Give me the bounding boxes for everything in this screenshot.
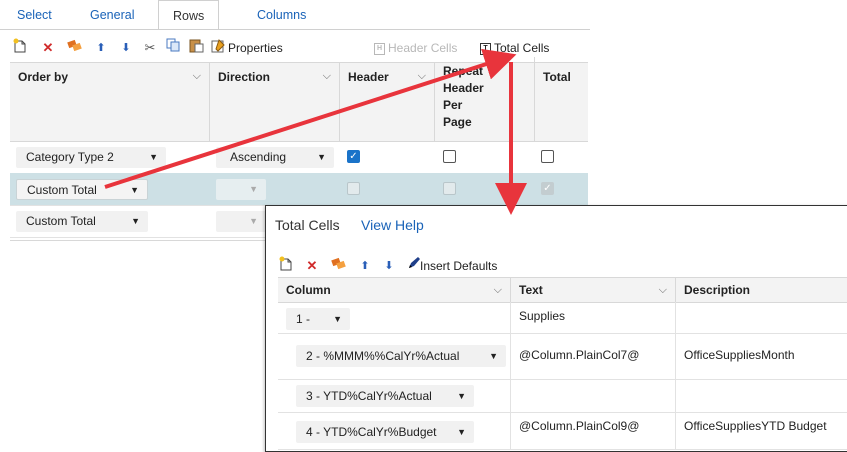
clear-icon[interactable] (66, 38, 84, 58)
repeat-header-checkbox[interactable] (443, 150, 456, 163)
dialog-toolbar: ✕ ⬆ ⬇ Insert Defaults (278, 256, 678, 276)
order-by-dropdown[interactable]: Category Type 2 ▼ (16, 147, 166, 168)
chevron-down-icon[interactable]: ⌵ (659, 278, 667, 302)
table-row[interactable]: Category Type 2 ▼ Ascending ▼ ✓ (10, 141, 588, 174)
col-header-column[interactable]: Column ⌵ (278, 278, 511, 302)
order-by-dropdown[interactable]: Custom Total ▼ (16, 179, 148, 200)
caret-down-icon: ▼ (130, 185, 139, 195)
text-cell[interactable]: Supplies (511, 302, 676, 333)
caret-down-icon: ▼ (249, 184, 258, 194)
properties-button[interactable]: Properties (228, 38, 283, 58)
view-help-link[interactable]: View Help (361, 217, 424, 233)
tab-rows[interactable]: Rows (158, 0, 220, 30)
repeat-header-checkbox[interactable] (443, 182, 456, 195)
description-cell[interactable] (676, 302, 847, 333)
column-dropdown[interactable]: 4 - YTD%CalYr%Budget ▼ (296, 421, 474, 443)
chevron-down-icon[interactable]: ⌵ (193, 68, 201, 85)
description-cell[interactable] (676, 380, 847, 412)
dialog-title: Total Cells (275, 217, 340, 233)
order-by-dropdown[interactable]: Custom Total ▼ (16, 211, 148, 232)
caret-down-icon: ▼ (457, 427, 466, 437)
direction-dropdown[interactable]: Ascending ▼ (216, 147, 334, 168)
text-cell[interactable] (511, 380, 676, 412)
caret-down-icon: ▼ (457, 391, 466, 401)
copy-icon[interactable] (165, 38, 181, 58)
delete-icon[interactable]: ✕ (304, 256, 320, 276)
total-cells-dialog: Total Cells View Help ✕ ⬆ ⬇ Insert Defau… (265, 205, 847, 452)
grid-header: Order by ⌵ Direction ⌵ Header ⌵ Repeat Head… (10, 57, 588, 142)
column-dropdown[interactable]: 1 - ▼ (286, 308, 350, 330)
move-up-icon[interactable]: ⬆ (94, 38, 108, 58)
cut-icon[interactable]: ✂ (143, 38, 157, 58)
total-cells-button[interactable]: T Total Cells (480, 38, 549, 58)
move-down-icon[interactable]: ⬇ (382, 256, 396, 276)
chevron-down-icon[interactable]: ⌵ (494, 278, 502, 302)
caret-down-icon: ▼ (249, 216, 258, 226)
text-cell[interactable]: @Column.PlainCol7@ (511, 334, 676, 379)
col-header-text[interactable]: Text ⌵ (511, 278, 676, 302)
tab-select[interactable]: Select (17, 8, 52, 22)
new-icon[interactable] (278, 256, 294, 276)
table-row[interactable]: 2 - %MMM%%CalYr%Actual ▼ @Column.PlainCol… (278, 334, 847, 380)
col-header-description[interactable]: Description (676, 278, 847, 302)
rows-toolbar: ✕ ⬆ ⬇ ✂ Properties H Header Cells T Total … (10, 38, 580, 58)
properties-icon[interactable] (210, 38, 226, 58)
tab-divider (0, 29, 590, 30)
caret-down-icon: ▼ (333, 314, 342, 324)
move-up-icon[interactable]: ⬆ (358, 256, 372, 276)
tab-bar: Select General Rows Columns (0, 0, 600, 30)
column-cell: 3 - YTD%CalYr%Actual ▼ (278, 380, 511, 412)
delete-icon[interactable]: ✕ (40, 38, 56, 58)
direction-dropdown[interactable]: ▼ (216, 179, 266, 200)
column-dropdown[interactable]: 3 - YTD%CalYr%Actual ▼ (296, 385, 474, 407)
total-cells-icon: T (480, 42, 491, 55)
column-cell: 2 - %MMM%%CalYr%Actual ▼ (278, 334, 511, 379)
col-header-order-by[interactable]: Order by ⌵ (10, 63, 210, 141)
col-header-direction[interactable]: Direction ⌵ (210, 63, 340, 141)
caret-down-icon: ▼ (149, 152, 158, 162)
table-row[interactable]: Custom Total ▼ ▼ ✓ (10, 173, 588, 206)
caret-down-icon: ▼ (131, 216, 140, 226)
column-cell: 4 - YTD%CalYr%Budget ▼ (278, 413, 511, 449)
table-row[interactable]: 3 - YTD%CalYr%Actual ▼ (278, 380, 847, 413)
caret-down-icon: ▼ (489, 351, 498, 361)
header-checkbox[interactable] (347, 182, 360, 195)
total-checkbox[interactable] (541, 150, 554, 163)
description-cell[interactable]: OfficeSuppliesMonth (676, 334, 847, 379)
table-row[interactable]: 1 - ▼ Supplies (278, 302, 847, 334)
chevron-down-icon[interactable]: ⌵ (418, 68, 426, 85)
description-cell[interactable]: OfficeSuppliesYTD Budget (676, 413, 847, 449)
tab-columns[interactable]: Columns (257, 8, 306, 22)
text-cell[interactable]: @Column.PlainCol9@ (511, 413, 676, 449)
new-icon[interactable] (12, 38, 28, 58)
chevron-down-icon[interactable]: ⌵ (323, 68, 331, 85)
caret-down-icon: ▼ (317, 152, 326, 162)
col-header-repeat-header[interactable]: Repeat Header Per Page (435, 57, 535, 141)
total-checkbox[interactable]: ✓ (541, 182, 554, 195)
col-header-total[interactable]: Total (535, 63, 588, 141)
insert-defaults-button[interactable]: Insert Defaults (420, 256, 497, 276)
clear-icon[interactable] (330, 256, 348, 276)
table-row[interactable]: 4 - YTD%CalYr%Budget ▼ @Column.PlainCol9@… (278, 413, 847, 450)
header-checkbox[interactable]: ✓ (347, 150, 360, 163)
column-dropdown[interactable]: 2 - %MMM%%CalYr%Actual ▼ (296, 345, 506, 367)
paste-icon[interactable] (188, 38, 204, 58)
col-header-header[interactable]: Header ⌵ (340, 63, 435, 141)
column-cell: 1 - ▼ (278, 302, 511, 333)
direction-dropdown[interactable]: ▼ (216, 211, 266, 232)
header-cells-icon: H (374, 42, 385, 55)
move-down-icon[interactable]: ⬇ (119, 38, 133, 58)
tab-general[interactable]: General (90, 8, 134, 22)
header-cells-button[interactable]: H Header Cells (374, 38, 457, 58)
grid-header: Column ⌵ Text ⌵ Description (278, 277, 847, 303)
